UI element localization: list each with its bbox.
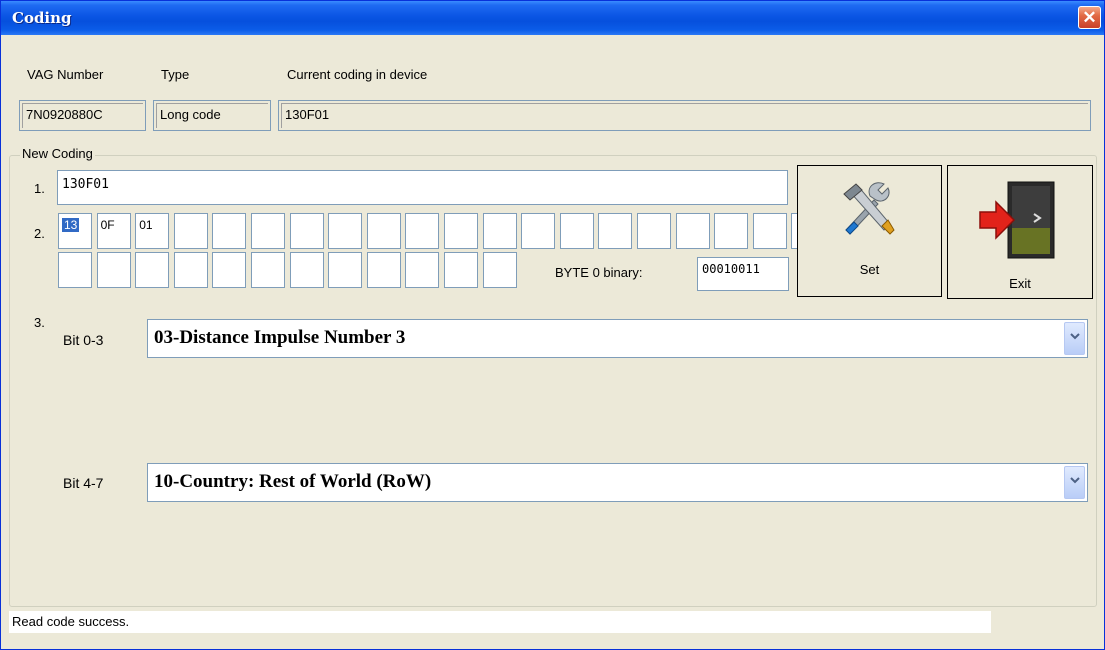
byte-value: 13 — [62, 218, 80, 232]
byte-cell[interactable] — [714, 213, 749, 249]
byte-value: 0F — [100, 218, 115, 232]
byte-cell[interactable] — [521, 213, 556, 249]
byte-cell[interactable] — [405, 213, 440, 249]
current-coding-field: 130F01 — [278, 100, 1091, 131]
row2-label: 2. — [34, 226, 45, 241]
byte-binary-field[interactable]: 00010011 — [697, 257, 789, 291]
type-value: Long code — [156, 103, 268, 128]
byte-cell[interactable] — [173, 252, 208, 288]
byte-cell[interactable] — [559, 213, 594, 249]
row3-label: 3. — [34, 315, 45, 330]
byte-binary-label: BYTE 0 binary: — [555, 265, 643, 280]
byte-cell[interactable] — [482, 252, 517, 288]
status-bar: Read code success. — [9, 611, 991, 633]
vag-number-field: 7N0920880C — [19, 100, 146, 131]
byte-cell[interactable] — [675, 213, 710, 249]
byte-cell[interactable] — [58, 252, 92, 288]
chevron-down-icon[interactable] — [1064, 322, 1085, 355]
byte-cell[interactable] — [173, 213, 208, 249]
set-button-label: Set — [859, 262, 880, 277]
byte-cell[interactable] — [637, 213, 671, 249]
tools-icon — [843, 182, 895, 235]
byte-cell[interactable]: 13 — [58, 213, 92, 249]
vag-number-label: VAG Number — [27, 67, 104, 82]
bit47-label: Bit 4-7 — [63, 475, 104, 491]
vag-number-value: 7N0920880C — [22, 103, 143, 128]
byte-cell[interactable] — [328, 252, 363, 288]
row1-label: 1. — [34, 181, 45, 196]
byte-cell[interactable] — [135, 252, 170, 288]
byte-cell[interactable] — [444, 213, 478, 249]
chevron-down-icon[interactable] — [1064, 466, 1085, 499]
exit-button[interactable]: Exit — [947, 165, 1093, 299]
byte-cell[interactable] — [752, 213, 787, 249]
window-title: Coding — [12, 9, 72, 27]
byte-cell[interactable] — [328, 213, 363, 249]
byte-cell[interactable] — [251, 252, 285, 288]
new-coding-input[interactable]: 130F01 — [57, 170, 788, 205]
byte-cell[interactable] — [212, 213, 247, 249]
bit03-value: 03-Distance Impulse Number 3 — [154, 327, 406, 348]
bit47-value: 10-Country: Rest of World (RoW) — [154, 471, 432, 492]
byte-cell[interactable]: 0F — [96, 213, 131, 249]
byte-cell[interactable]: 01 — [135, 213, 170, 249]
byte-cell[interactable] — [289, 252, 324, 288]
byte-cell[interactable] — [251, 213, 285, 249]
byte-cell[interactable] — [405, 252, 440, 288]
bit47-select[interactable]: 10-Country: Rest of World (RoW) — [147, 463, 1088, 502]
exit-button-label: Exit — [1009, 276, 1031, 291]
type-field: Long code — [153, 100, 271, 131]
byte-value: 01 — [139, 218, 153, 232]
title-bar: Coding ✕ — [1, 1, 1104, 35]
current-coding-label: Current coding in device — [287, 67, 428, 82]
exit-door-icon — [979, 181, 1055, 259]
byte-cell[interactable] — [366, 252, 401, 288]
byte-cell[interactable] — [212, 252, 247, 288]
byte-cell[interactable] — [482, 213, 517, 249]
byte-cell[interactable] — [96, 252, 131, 288]
set-button[interactable]: Set — [797, 165, 942, 297]
close-button[interactable]: ✕ — [1078, 6, 1101, 29]
coding-window: Coding ✕ VAG Number Type Current coding … — [0, 0, 1105, 650]
bit03-label: Bit 0-3 — [63, 332, 104, 348]
new-coding-legend: New Coding — [20, 146, 95, 161]
byte-cell[interactable] — [289, 213, 324, 249]
type-label: Type — [161, 67, 190, 82]
byte-cell[interactable] — [366, 213, 401, 249]
bit03-select[interactable]: 03-Distance Impulse Number 3 — [147, 319, 1088, 358]
byte-cell[interactable] — [598, 213, 633, 249]
current-coding-value: 130F01 — [281, 103, 1088, 128]
byte-cell[interactable] — [444, 252, 478, 288]
